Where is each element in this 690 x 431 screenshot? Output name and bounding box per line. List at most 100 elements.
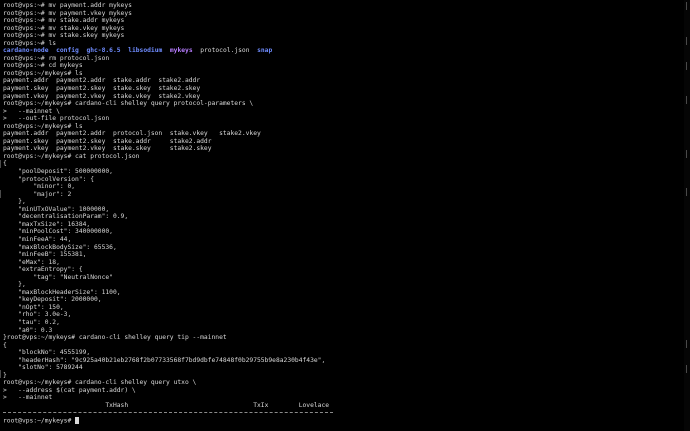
- terminal-line: "poolDeposit": 500000000,: [3, 168, 684, 176]
- terminal-text: root@vps:~# mv payment.vkey mykeys: [3, 9, 132, 17]
- terminal-line: "tag": "NeutralNonce": [3, 274, 684, 282]
- terminal-line: > --mainnet: [3, 394, 684, 402]
- terminal-text: > --mainnet: [3, 394, 53, 402]
- terminal-text: "minFeeA": 44,: [3, 235, 72, 243]
- directory-name: cardano-node: [3, 47, 49, 55]
- terminal-text: "minFeeB": 155381,: [3, 251, 87, 259]
- terminal-text: > --address $(cat payment.addr) \: [3, 386, 136, 394]
- terminal-line: "minor": 0,: [3, 183, 684, 191]
- terminal-text: }: [3, 371, 7, 379]
- scroll-marker: [686, 96, 689, 104]
- terminal-line: "rho": 3.0e-3,: [3, 311, 684, 319]
- terminal-line: "minFeeB": 155381,: [3, 251, 684, 259]
- terminal-line: {: [3, 342, 684, 350]
- scroll-marker: [686, 150, 689, 158]
- selection-marker: [0, 160, 3, 168]
- terminal-text: root@vps:~/mykeys# cardano-cli shelley q…: [3, 379, 197, 387]
- terminal-line: "blockNo": 4555199,: [3, 349, 684, 357]
- terminal-line: {: [3, 160, 684, 168]
- utxo-table-separator: [3, 412, 333, 413]
- terminal-text: "protocolVersion": {: [3, 175, 94, 183]
- terminal-output: root@vps:~# mv payment.addr mykeys root@v…: [3, 2, 684, 425]
- terminal-text: "minPoolCost": 340000000,: [3, 228, 113, 236]
- terminal-line: payment.vkey payment2.vkey stake.vkey st…: [3, 93, 684, 101]
- terminal-line: root@vps:~# mv payment.addr mykeys: [3, 2, 684, 10]
- terminal-line: TxHash TxIx Lovelace: [3, 402, 684, 410]
- terminal-text: payment.vkey payment2.vkey stake.vkey st…: [3, 92, 201, 100]
- selection-marker: [0, 370, 3, 378]
- terminal-line: "eMax": 18,: [3, 259, 684, 267]
- terminal-line: "minPoolCost": 340000000,: [3, 228, 684, 236]
- terminal-line: "protocolVersion": {: [3, 176, 684, 184]
- terminal-text: protocol.json: [192, 47, 258, 55]
- scroll-marker: [686, 2, 689, 10]
- terminal-text: "maxBlockHeaderSize": 1100,: [3, 288, 121, 296]
- directory-name: config: [56, 47, 79, 55]
- terminal-text: TxHash TxIx Lovelace: [3, 401, 330, 409]
- terminal-line: root@vps:~# mv stake.addr mykeys: [3, 17, 684, 25]
- terminal-line: > --address $(cat payment.addr) \: [3, 387, 684, 395]
- terminal-text: root@vps:~/mykeys#: [3, 417, 76, 425]
- terminal-line: "extraEntropy": {: [3, 266, 684, 274]
- terminal-line: payment.skey payment2.skey stake.skey st…: [3, 85, 684, 93]
- terminal-line: "maxBlockHeaderSize": 1100,: [3, 289, 684, 297]
- scroll-marker: [686, 188, 689, 196]
- terminal-text: "rho": 3.0e-3,: [3, 311, 72, 319]
- terminal-line: payment.addr payment2.addr stake.addr st…: [3, 77, 684, 85]
- terminal-text: > --mainnet \: [3, 107, 60, 115]
- terminal-window[interactable]: root@vps:~# mv payment.addr mykeys root@v…: [0, 0, 690, 431]
- terminal-text: "major": 2: [3, 190, 72, 198]
- terminal-line: "minUTxOValue": 1000000,: [3, 206, 684, 214]
- terminal-text: "extraEntropy": {: [3, 266, 83, 274]
- terminal-text: root@vps:~# mv payment.addr mykeys: [3, 2, 132, 9]
- terminal-line: "maxBlockBodySize": 65536,: [3, 244, 684, 252]
- terminal-line: "nOpt": 150,: [3, 304, 684, 312]
- terminal-text: payment.skey payment2.skey stake.skey st…: [3, 85, 201, 93]
- terminal-line: root@vps:~/mykeys# ls: [3, 70, 684, 78]
- terminal-line: "major": 2: [3, 191, 684, 199]
- terminal-text: root@vps:~/mykeys# cardano-cli shelley q…: [3, 100, 254, 108]
- terminal-line: "headerHash": "9c925a40b21eb2768f2b07733…: [3, 357, 684, 365]
- terminal-line: root@vps:~/mykeys# cardano-cli shelley q…: [3, 379, 684, 387]
- terminal-line: },: [3, 281, 684, 289]
- terminal-text: "maxBlockBodySize": 65536,: [3, 243, 117, 251]
- terminal-line: "a0": 0.3: [3, 327, 684, 335]
- terminal-line: > --mainnet \: [3, 108, 684, 116]
- terminal-text: payment.addr payment2.addr stake.addr st…: [3, 77, 201, 85]
- terminal-text: "decentralisationParam": 0.9,: [3, 213, 129, 221]
- terminal-text: root@vps:~/mykeys# cat protocol.json: [3, 152, 140, 160]
- terminal-text: root@vps:~# mv stake.skey mykeys: [3, 32, 125, 40]
- terminal-line: root@vps:~# cd mykeys: [3, 62, 684, 70]
- terminal-text: root@vps:~# cd mykeys: [3, 62, 83, 70]
- terminal-text: root@vps:~/mykeys# ls: [3, 122, 83, 130]
- terminal-text: "a0": 0.3: [3, 326, 53, 334]
- terminal-text: "poolDeposit": 500000000,: [3, 168, 113, 176]
- directory-name: snap: [257, 47, 273, 55]
- directory-name: mykeys: [169, 47, 193, 55]
- terminal-text: {: [3, 341, 7, 349]
- terminal-line: root@vps:~# mv stake.skey mykeys: [3, 32, 684, 40]
- terminal-line: payment.addr payment2.addr protocol.json…: [3, 130, 684, 138]
- scroll-marker: [686, 37, 689, 45]
- terminal-line: payment.skey payment2.skey stake.addr st…: [3, 138, 684, 146]
- terminal-line: "maxTxSize": 16384,: [3, 221, 684, 229]
- terminal-line: root@vps:~/mykeys# cat protocol.json: [3, 153, 684, 161]
- terminal-line: root@vps:~# mv payment.vkey mykeys: [3, 10, 684, 18]
- directory-name: ghc-8.6.5: [86, 47, 121, 55]
- terminal-text: {: [3, 160, 7, 168]
- terminal-text: payment.skey payment2.skey stake.addr st…: [3, 137, 212, 145]
- terminal-text: "minUTxOValue": 1000000,: [3, 205, 110, 213]
- terminal-line: payment.vkey payment2.vkey stake.skey st…: [3, 145, 684, 153]
- terminal-text: },: [3, 281, 26, 289]
- terminal-text: root@vps:~# rm protocol.json: [3, 54, 110, 62]
- terminal-line: root@vps:~# ls: [3, 40, 684, 48]
- terminal-text: root@vps:~# ls: [3, 39, 57, 47]
- terminal-text: "blockNo": 4555199,: [3, 349, 91, 357]
- terminal-line: }: [3, 372, 684, 380]
- terminal-text: root@vps:~# mv stake.vkey mykeys: [3, 24, 125, 32]
- terminal-line: "minFeeA": 44,: [3, 236, 684, 244]
- terminal-text: }root@vps:~/mykeys# cardano-cli shelley …: [3, 334, 227, 342]
